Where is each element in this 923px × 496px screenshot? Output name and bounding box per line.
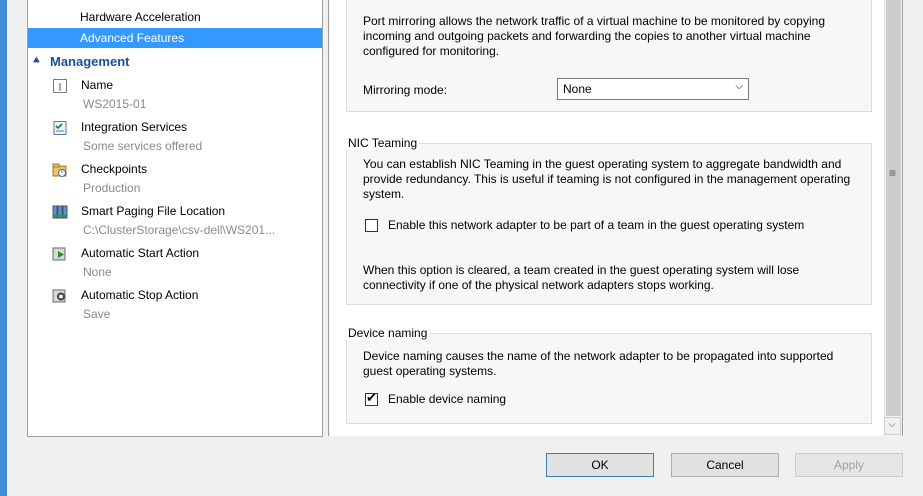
scrollbar-thumb[interactable] [886,0,901,416]
smart-paging-icon [52,205,68,219]
pane-divider [328,0,329,436]
nav-item-integration-services[interactable]: Integration Services Some services offer… [52,120,322,158]
nav-item-value: Save [83,307,111,321]
nav-item-value: C:\ClusterStorage\csv-dell\WS201... [83,223,276,237]
nav-item-value: Some services offered [83,139,203,153]
nav-item-label: Name [81,78,114,92]
nav-item-checkpoints[interactable]: Checkpoints Production [52,162,322,200]
apply-button[interactable]: Apply [795,453,903,477]
chevron-down-icon: ⌵ [735,81,743,92]
nic-teaming-title: NIC Teaming [346,136,420,150]
nav-item-label: Automatic Stop Action [81,288,199,302]
mirroring-mode-select[interactable]: None ⌵ [557,78,749,100]
scroll-down-button[interactable]: ⌵ [884,417,901,435]
mirroring-mode-label: Mirroring mode: [363,83,448,97]
device-naming-description: Device naming causes the name of the net… [363,349,834,378]
nic-teaming-note: When this option is cleared, a team crea… [363,263,800,292]
nav-item-label: Automatic Start Action [81,246,200,260]
nav-item-advanced-features[interactable]: Advanced Features [28,28,322,48]
nav-item-name[interactable]: I Name WS2015-01 [52,78,322,116]
nav-item-label: Checkpoints [81,162,148,176]
auto-start-icon [52,247,66,261]
auto-stop-icon [52,289,66,303]
checkmark-icon: ✔ [366,390,377,405]
mirroring-mode-value: None [563,82,592,96]
nav-item-value: Production [83,181,141,195]
settings-navigation-pane: Hardware Acceleration Advanced Features … [28,0,323,437]
window-left-accent [0,0,7,496]
svg-text:I: I [58,82,62,94]
device-naming-checkbox[interactable]: ✔ [365,390,378,406]
collapse-chevron-icon[interactable]: ⯅ [32,52,41,71]
management-section-label: Management [50,54,130,69]
checkpoints-icon [52,163,67,177]
device-naming-checkbox-label[interactable]: Enable device naming [388,392,506,407]
scrollbar-grip-icon: ≡ [889,166,897,180]
nav-item-label: Advanced Features [80,31,185,45]
nic-teaming-checkbox-label[interactable]: Enable this network adapter to be part o… [388,218,848,233]
cancel-button[interactable]: Cancel [671,453,779,477]
nav-item-smart-paging-file-location[interactable]: Smart Paging File Location C:\ClusterSto… [52,204,322,242]
name-icon: I [53,79,67,94]
nav-item-value: WS2015-01 [83,97,147,111]
nav-item-hardware-acceleration[interactable]: Hardware Acceleration [28,7,322,27]
port-mirroring-description: Port mirroring allows the network traffi… [363,14,825,58]
nav-item-automatic-stop-action[interactable]: Automatic Stop Action Save [52,288,322,326]
nic-teaming-description: You can establish NIC Teaming in the gue… [363,157,851,201]
nav-item-label: Integration Services [81,120,188,134]
nav-item-automatic-start-action[interactable]: Automatic Start Action None [52,246,322,284]
details-pane-border [902,0,903,436]
chevron-down-icon: ⌵ [888,419,896,430]
management-section-header[interactable]: ⯅ Management [28,52,322,71]
nic-teaming-checkbox[interactable] [365,219,378,232]
integration-services-icon [53,121,67,135]
nav-item-value: None [83,265,112,279]
nav-item-label: Smart Paging File Location [81,204,226,218]
ok-button[interactable]: OK [546,453,654,477]
nav-item-label: Hardware Acceleration [80,10,201,24]
device-naming-title: Device naming [346,326,430,340]
